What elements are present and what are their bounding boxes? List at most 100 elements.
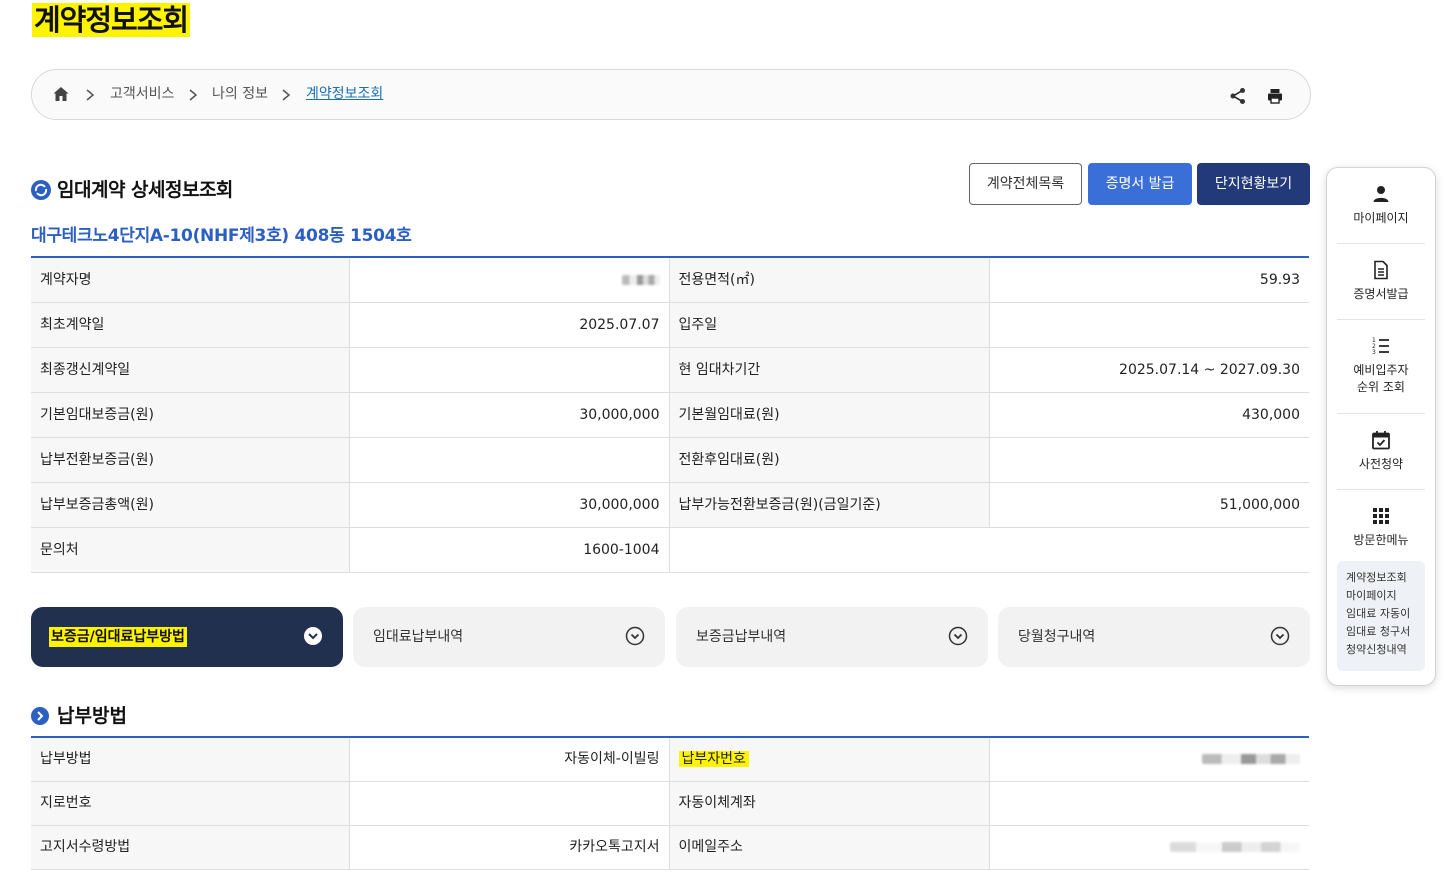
chevron-down-circle-icon — [304, 627, 322, 645]
value-email — [988, 825, 1309, 870]
value-last-renewal-date — [348, 347, 669, 393]
tab-payment-method[interactable]: 보증금/임대료납부방법 — [31, 607, 343, 667]
value-first-contract-date: 2025.07.07 — [348, 302, 669, 348]
tab-label: 보증금/임대료납부방법 — [49, 627, 187, 647]
table-row: 문의처 1600-1004 — [31, 527, 1309, 573]
quick-menu-label: 방문한메뉴 — [1353, 533, 1409, 547]
recent-menu-item[interactable]: 임대료 청구서 — [1346, 623, 1425, 641]
label-email: 이메일주소 — [668, 825, 989, 870]
table-row: 납부보증금총액(원) 30,000,000 납부가능전환보증금(원)(금일기준)… — [31, 482, 1309, 528]
person-icon — [1373, 186, 1389, 202]
value-area: 59.93 — [988, 257, 1309, 303]
calendar-check-icon — [1372, 431, 1390, 450]
breadcrumb-item-current[interactable]: 계약정보조회 — [306, 84, 383, 104]
value-move-in-date — [988, 302, 1309, 348]
table-row: 납부방법 자동이체-이빌링 납부자번호 — [31, 737, 1309, 782]
breadcrumb-item-my-info[interactable]: 나의 정보 — [212, 84, 268, 104]
label-convertible-deposit: 납부가능전환보증금(원)(금일기준) — [668, 482, 989, 528]
value-contractor-name — [348, 257, 669, 303]
label-move-in-date: 입주일 — [668, 302, 989, 348]
redacted-value — [1202, 754, 1300, 765]
value-convertible-deposit: 51,000,000 — [988, 482, 1309, 528]
label-contact: 문의처 — [31, 527, 349, 573]
breadcrumb: 고객서비스 나의 정보 계약정보조회 — [31, 69, 1311, 120]
recent-menu-item[interactable]: 임대료 자동이 — [1346, 605, 1425, 623]
value-payment-method: 자동이체-이빌링 — [348, 737, 669, 782]
value-giro-number — [348, 781, 669, 826]
label-total-deposit: 납부보증금총액(원) — [31, 482, 349, 528]
contract-info-table: 계약자명 전용면적(㎡) 59.93 최초계약일 2025.07.07 입주일 … — [31, 256, 1309, 573]
table-row: 기본임대보증금(원) 30,000,000 기본월임대료(원) 430,000 — [31, 392, 1309, 438]
breadcrumb-item-customer-service[interactable]: 고객서비스 — [110, 84, 174, 104]
value-auto-transfer-account — [988, 781, 1309, 826]
label-payer-number: 납부자번호 — [668, 737, 989, 782]
redacted-value — [621, 274, 660, 285]
table-row: 최초계약일 2025.07.07 입주일 — [31, 302, 1309, 348]
recent-menu-list: 계약정보조회 마이페이지 임대료 자동이 임대료 청구서 청약신청내역 — [1337, 561, 1425, 671]
value-converted-rent — [988, 437, 1309, 483]
quick-menu-pre-subscription[interactable]: 사전청약 — [1337, 430, 1425, 490]
quick-menu-visited[interactable]: 방문한메뉴 — [1337, 506, 1425, 556]
value-payer-number — [988, 737, 1309, 782]
ranked-list-icon: 123 — [1372, 337, 1389, 356]
tab-monthly-billing[interactable]: 당월청구내역 — [998, 607, 1310, 667]
quick-menu-label: 증명서발급 — [1353, 287, 1409, 301]
value-lease-period: 2025.07.14 ~ 2027.09.30 — [988, 347, 1309, 393]
chevron-right-circle-icon — [31, 707, 49, 725]
value-bill-receipt-method: 카카오톡고지서 — [348, 825, 669, 870]
table-row: 지로번호 자동이체계좌 — [31, 781, 1309, 826]
certificate-issue-button[interactable]: 증명서 발급 — [1088, 163, 1192, 205]
label-last-renewal-date: 최종갱신계약일 — [31, 347, 349, 393]
label-auto-transfer-account: 자동이체계좌 — [668, 781, 989, 826]
value-total-deposit: 30,000,000 — [348, 482, 669, 528]
label-first-contract-date: 최초계약일 — [31, 302, 349, 348]
chevron-down-circle-icon — [1270, 626, 1290, 646]
complex-status-button[interactable]: 단지현황보기 — [1197, 163, 1310, 205]
table-row: 계약자명 전용면적(㎡) 59.93 — [31, 257, 1309, 303]
chevron-right-icon — [86, 89, 95, 101]
table-row: 납부전환보증금(원) 전환후임대료(원) — [31, 437, 1309, 483]
home-icon[interactable] — [52, 85, 70, 103]
label-payment-method: 납부방법 — [31, 737, 349, 782]
payment-info-table: 납부방법 자동이체-이빌링 납부자번호 지로번호 자동이체계좌 고지서수령방법 … — [31, 736, 1309, 870]
label-lease-period: 현 임대차기간 — [668, 347, 989, 393]
label-base-monthly-rent: 기본월임대료(원) — [668, 392, 989, 438]
table-row: 고지서수령방법 카카오톡고지서 이메일주소 — [31, 825, 1309, 870]
quick-menu-label: 예비입주자 순위 조회 — [1353, 363, 1409, 394]
empty-cell — [668, 527, 1309, 573]
quick-menu-waitlist[interactable]: 123 예비입주자 순위 조회 — [1337, 336, 1425, 414]
section-title: 임대계약 상세정보조회 — [57, 179, 233, 201]
value-base-deposit: 30,000,000 — [348, 392, 669, 438]
redacted-value — [1170, 842, 1300, 852]
quick-menu-certificate[interactable]: 증명서발급 — [1337, 260, 1425, 320]
svg-text:3: 3 — [1372, 349, 1376, 356]
grid-icon — [1373, 508, 1389, 524]
document-icon — [1374, 260, 1388, 280]
complex-name: 대구테크노4단지A-10(NHF제3호) 408동 1504호 — [31, 226, 412, 246]
tab-rent-history[interactable]: 임대료납부내역 — [353, 607, 665, 667]
recent-menu-item[interactable]: 청약신청내역 — [1346, 641, 1425, 659]
chevron-right-icon — [189, 89, 198, 101]
label-base-deposit: 기본임대보증금(원) — [31, 392, 349, 438]
quick-menu-mypage[interactable]: 마이페이지 — [1337, 184, 1425, 244]
page-title: 계약정보조회 — [32, 3, 191, 37]
contract-list-button[interactable]: 계약전체목록 — [969, 163, 1082, 205]
tab-deposit-history[interactable]: 보증금납부내역 — [676, 607, 988, 667]
tab-label: 임대료납부내역 — [373, 629, 464, 645]
print-icon[interactable] — [1266, 87, 1284, 105]
recent-menu-item[interactable]: 계약정보조회 — [1346, 569, 1425, 587]
tab-label: 보증금납부내역 — [696, 629, 787, 645]
recent-menu-item[interactable]: 마이페이지 — [1346, 587, 1425, 605]
value-contact: 1600-1004 — [348, 527, 669, 573]
quick-menu-label: 사전청약 — [1358, 457, 1404, 471]
refresh-circle-icon — [31, 180, 51, 200]
highlighted-label: 납부자번호 — [678, 751, 749, 768]
label-bill-receipt-method: 고지서수령방법 — [31, 825, 349, 870]
label-converted-rent: 전환후임대료(원) — [668, 437, 989, 483]
share-icon[interactable] — [1229, 87, 1247, 105]
value-converted-deposit — [348, 437, 669, 483]
payment-section-title: 납부방법 — [57, 705, 127, 727]
chevron-right-icon — [282, 89, 291, 101]
chevron-down-circle-icon — [625, 626, 645, 646]
tab-label: 당월청구내역 — [1018, 629, 1096, 645]
